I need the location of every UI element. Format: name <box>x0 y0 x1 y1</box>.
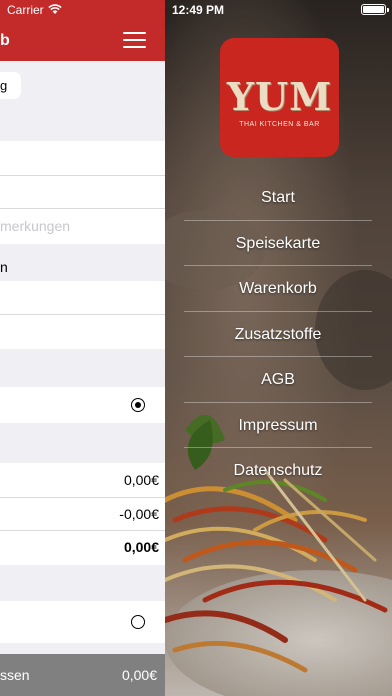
discount-row: -0,00€ <box>0 498 165 530</box>
menu-item-label: AGB <box>261 371 295 388</box>
menu-item-label: Start <box>261 189 295 206</box>
wifi-icon <box>48 4 62 14</box>
side-menu-list: Start Speisekarte Warenkorb Zusatzstoffe… <box>184 175 372 494</box>
section-label: n <box>0 259 8 275</box>
total-row: 0,00€ <box>0 531 165 565</box>
notes-field[interactable]: merkungen <box>0 209 165 244</box>
total-value: 0,00€ <box>123 539 159 555</box>
navigation-bar: b <box>0 20 165 61</box>
form-field[interactable] <box>0 176 165 208</box>
segment-pill-label: g <box>0 78 8 93</box>
logo-subtitle: THAI KITCHEN & BAR <box>239 121 320 128</box>
yum-logo: YUM THAI KITCHEN & BAR <box>220 38 339 157</box>
notes-placeholder: merkungen <box>0 218 71 234</box>
subtotal-value: 0,00€ <box>123 472 159 488</box>
checkout-label: ssen <box>0 667 30 683</box>
menu-item-warenkorb[interactable]: Warenkorb <box>184 266 372 312</box>
checkout-amount: 0,00€ <box>121 667 157 683</box>
battery-icon <box>361 4 389 15</box>
checkout-bar[interactable]: ssen 0,00€ <box>0 654 165 696</box>
hamburger-menu-icon[interactable] <box>123 31 146 49</box>
menu-item-label: Speisekarte <box>235 234 321 252</box>
subtotal-row: 0,00€ <box>0 463 165 497</box>
side-menu: 12:49 PM YUM THAI KITCHEN & BAR Start Sp… <box>165 0 392 696</box>
clock: 12:49 PM <box>172 3 225 17</box>
option-row[interactable] <box>0 387 165 423</box>
carrier-label: Carrier <box>7 3 44 17</box>
status-bar-right: 12:49 PM <box>165 0 392 20</box>
option-row[interactable] <box>0 601 165 643</box>
form-field[interactable] <box>0 315 165 349</box>
form-field[interactable] <box>0 281 165 314</box>
menu-item-speisekarte[interactable]: Speisekarte <box>184 221 372 266</box>
menu-item-label: Warenkorb <box>239 280 317 297</box>
menu-item-label: Datenschutz <box>233 462 323 479</box>
cart-screen: Carrier b g merkungen n 0,00€ -0,00€ 0,0… <box>0 0 165 696</box>
menu-item-label: Impressum <box>238 416 318 434</box>
status-bar-left: Carrier <box>0 0 165 20</box>
radio-unselected-icon[interactable] <box>131 615 145 629</box>
menu-item-impressum[interactable]: Impressum <box>184 403 372 448</box>
segment-pill[interactable]: g <box>0 72 21 99</box>
page-title: b <box>0 32 10 49</box>
logo-title: YUM <box>226 74 333 119</box>
menu-item-agb[interactable]: AGB <box>184 357 372 403</box>
radio-selected-icon[interactable] <box>131 398 145 412</box>
menu-item-label: Zusatzstoffe <box>234 325 322 343</box>
menu-item-datenschutz[interactable]: Datenschutz <box>184 448 372 494</box>
menu-item-zusatzstoffe[interactable]: Zusatzstoffe <box>184 312 372 357</box>
discount-value: -0,00€ <box>119 506 159 522</box>
menu-item-start[interactable]: Start <box>184 175 372 221</box>
form-field[interactable] <box>0 141 165 175</box>
